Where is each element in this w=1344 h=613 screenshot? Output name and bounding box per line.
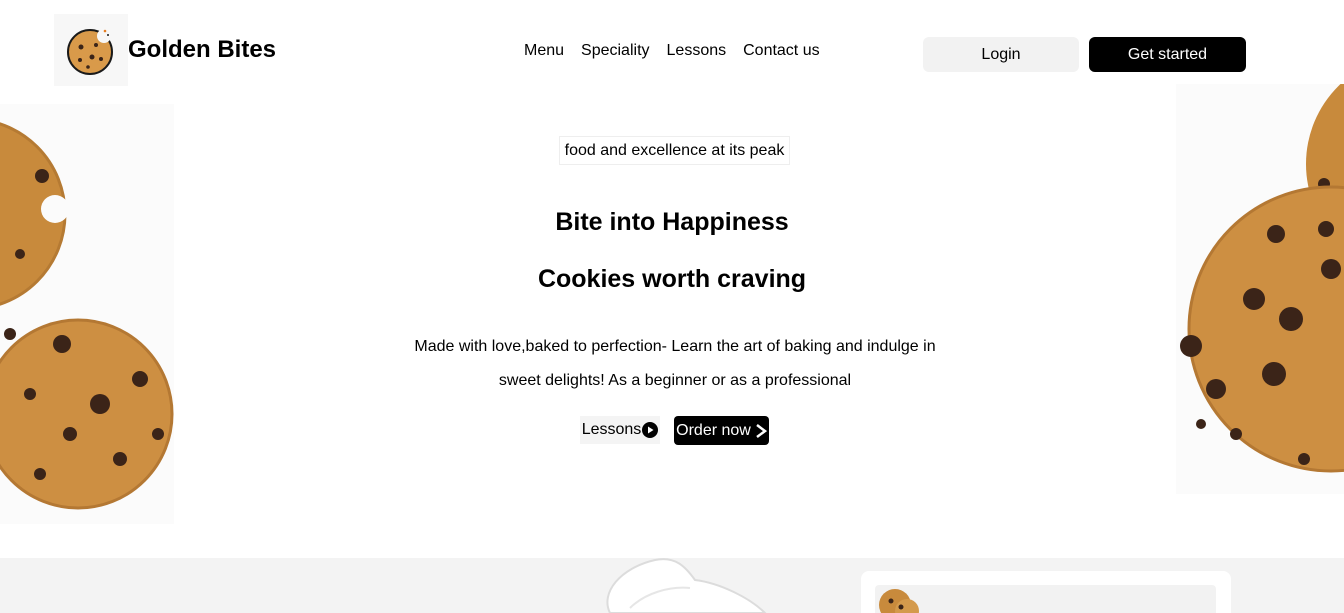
login-button[interactable]: Login [923, 37, 1079, 72]
get-started-button[interactable]: Get started [1089, 37, 1246, 72]
hero-description-line-1: Made with love,baked to perfection- Lear… [414, 338, 936, 355]
hero-title: Bite into Happiness [555, 208, 789, 236]
chef-hat-image [606, 558, 767, 613]
nav-item-lessons[interactable]: Lessons [667, 42, 727, 60]
chevron-right-icon [756, 423, 767, 438]
order-now-button[interactable]: Order now [674, 416, 769, 445]
hero-description-line-2: sweet delights! As a beginner or as a pr… [498, 372, 852, 389]
order-now-button-label: Order now [676, 421, 751, 439]
nav-item-contact-us[interactable]: Contact us [743, 42, 819, 60]
cookie-image-left [0, 104, 174, 524]
lower-section [0, 558, 1344, 613]
cookie-stack-image [879, 589, 919, 613]
play-icon [642, 422, 659, 438]
nav-item-speciality[interactable]: Speciality [581, 42, 649, 60]
hero-description: Made with love,baked to perfection- Lear… [400, 330, 950, 398]
hero-subtitle: Cookies worth craving [537, 265, 807, 293]
lessons-button-label: Lessons [581, 421, 642, 438]
preview-card-inner [875, 585, 1216, 613]
preview-card [861, 571, 1231, 613]
main-nav: Menu Speciality Lessons Contact us [524, 42, 820, 60]
logo[interactable] [54, 14, 128, 86]
lessons-button[interactable]: Lessons [580, 416, 660, 444]
hero-tagline: food and excellence at its peak [559, 136, 790, 165]
brand-name: Golden Bites [128, 36, 277, 63]
cookie-logo-icon [67, 29, 113, 75]
nav-item-menu[interactable]: Menu [524, 42, 564, 60]
